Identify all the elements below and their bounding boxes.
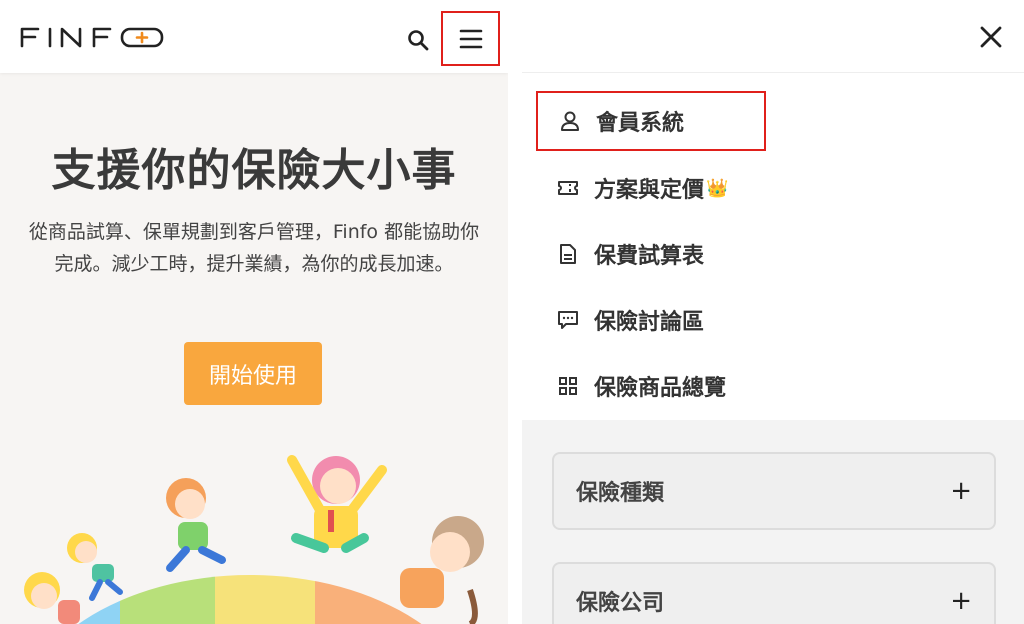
hero-description: 從商品試算、保單規劃到客戶管理，Finfo 都能協助你完成。減少工時，提升業績，… [28, 221, 480, 275]
user-icon [558, 109, 582, 133]
document-icon [556, 242, 580, 266]
start-button[interactable]: 開始使用 [184, 342, 322, 405]
accordion-insurance-types[interactable]: 保險種類 + [552, 452, 996, 530]
menu-item-label: 保險商品總覽 [594, 376, 727, 401]
menu-item-premium-calculator[interactable]: 保費試算表 [536, 224, 766, 284]
menu-item-plans-pricing[interactable]: 方案與定價 👑 [536, 158, 836, 218]
menu-item-product-overview[interactable]: 保險商品總覽 [536, 356, 836, 416]
grid-icon [556, 374, 580, 398]
close-icon[interactable] [979, 25, 1003, 49]
screenshot-stage: 支援你的保險大小事 從商品試算、保單規劃到客戶管理，Finfo 都能協助你完成。… [0, 0, 1024, 624]
menu-item-forum[interactable]: 保險討論區 [536, 290, 766, 350]
finfo-logo[interactable] [20, 26, 166, 48]
plus-icon[interactable]: + [950, 476, 972, 506]
search-icon[interactable] [406, 28, 430, 52]
landing-page: 支援你的保險大小事 從商品試算、保單規劃到客戶管理，Finfo 都能協助你完成。… [0, 0, 508, 624]
crown-icon: 👑 [706, 177, 729, 199]
hamburger-menu-button[interactable] [441, 11, 500, 66]
menu-item-member-system[interactable]: 會員系統 [536, 91, 766, 151]
accordion-insurance-companies[interactable]: 保險公司 + [552, 562, 996, 624]
ticket-icon [556, 176, 580, 200]
menu-item-label: 保險討論區 [594, 310, 705, 335]
accordion-label: 保險種類 [576, 481, 665, 506]
hero-illustration [15, 455, 484, 624]
screen-divider [508, 0, 522, 624]
filter-section: 保險種類 + 保險公司 + [522, 420, 1024, 624]
drawer-header [522, 0, 1024, 73]
accordion-label: 保險公司 [576, 591, 665, 616]
top-bar [0, 0, 508, 73]
menu-item-label: 方案與定價 [594, 178, 705, 203]
menu-item-label: 會員系統 [596, 111, 685, 136]
hamburger-menu-icon [459, 29, 482, 48]
hero-title: 支援你的保險大小事 [51, 145, 457, 196]
chat-icon [556, 308, 580, 332]
menu-item-label: 保費試算表 [594, 244, 705, 269]
plus-icon[interactable]: + [950, 586, 972, 616]
menu-drawer: 會員系統 方案與定價 👑 保費試算表 保險討論區 保險商品總覽 保險種類 + 保… [522, 0, 1024, 624]
